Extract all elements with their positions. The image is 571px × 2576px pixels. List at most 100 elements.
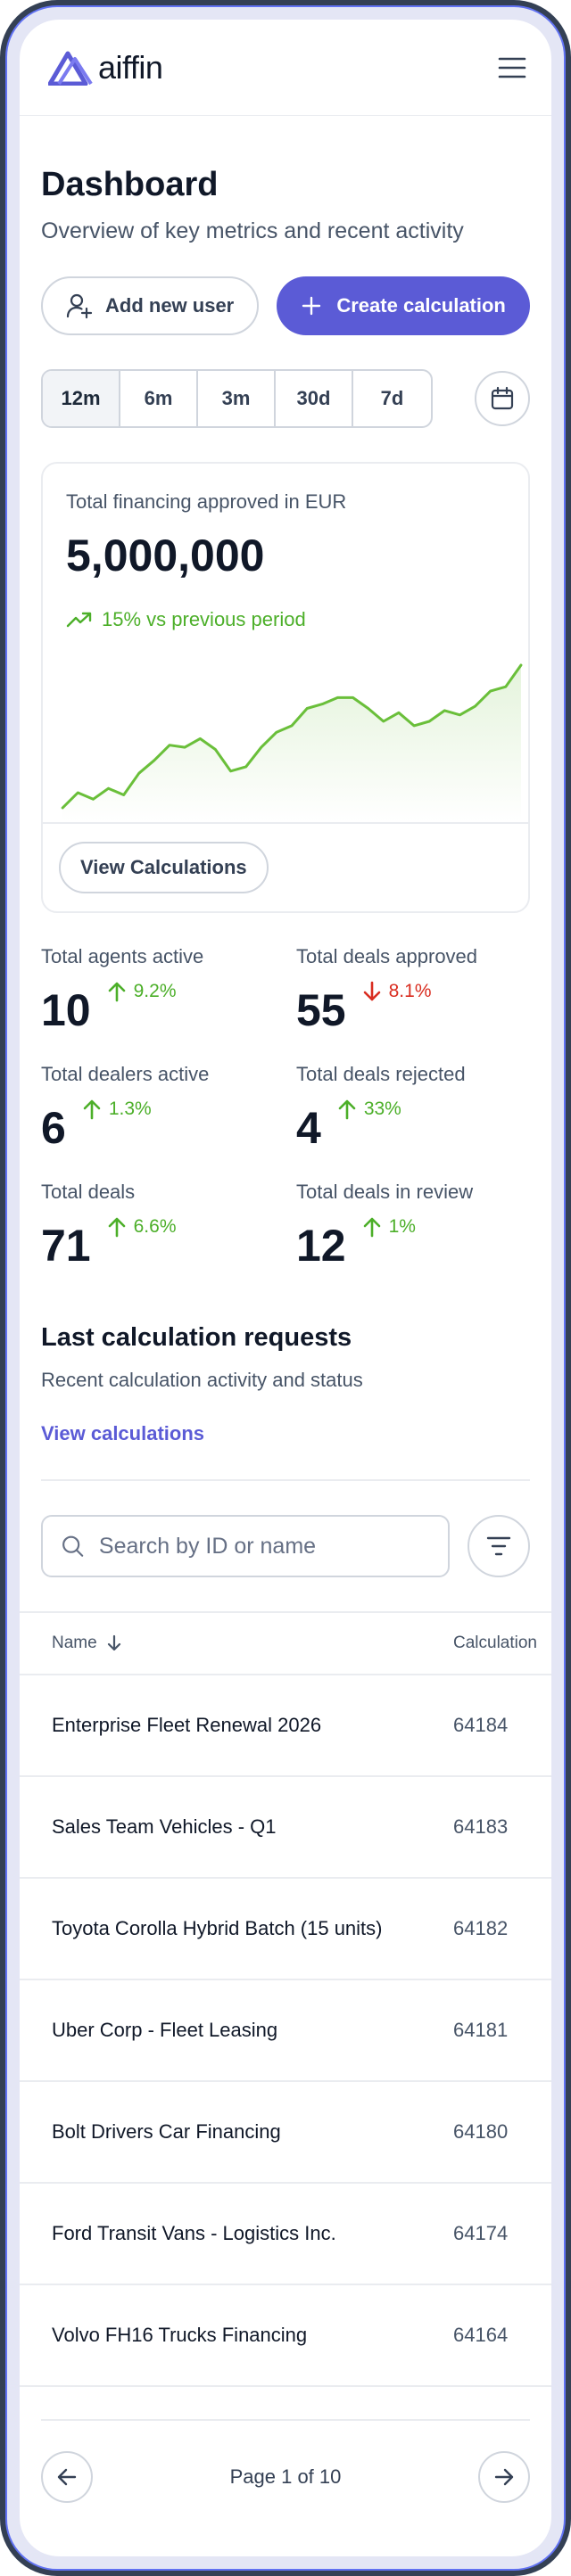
view-calculations-link[interactable]: View calculations	[41, 1422, 204, 1445]
column-header-calculation[interactable]: Calculation	[453, 1634, 537, 1653]
row-calculation-id: 64174	[453, 2222, 509, 2244]
trend-up-icon	[66, 612, 92, 628]
arrow-up-icon	[363, 1217, 380, 1238]
metric-label: Total deals approved	[296, 945, 478, 967]
previous-page-button[interactable]	[41, 2451, 93, 2503]
search-icon	[62, 1535, 84, 1557]
row-calculation-id: 64180	[453, 2120, 509, 2143]
range-6m[interactable]: 6m	[120, 371, 198, 426]
row-name: Volvo FH16 Trucks Financing	[52, 2324, 308, 2346]
financing-label: Total financing approved in EUR	[66, 490, 347, 513]
table-row[interactable]: Sales Team Vehicles - Q1 64183	[20, 1777, 551, 1879]
metric-value: 71	[41, 1221, 91, 1271]
requests-subtitle: Recent calculation activity and status	[41, 1369, 363, 1391]
sort-arrow-down-icon	[107, 1634, 120, 1651]
metric-value: 55	[296, 985, 346, 1035]
metric-change: 9.2%	[107, 981, 177, 1002]
action-buttons: Add new user Create calculation	[41, 276, 530, 335]
metric-change-value: 1%	[388, 1216, 416, 1237]
metric-dealers-active: Total dealers active 6 1.3%	[41, 1063, 275, 1150]
financing-card: Total financing approved in EUR 5,000,00…	[41, 462, 530, 913]
sparkline-area	[62, 665, 521, 822]
filter-button[interactable]	[468, 1515, 530, 1577]
user-plus-icon	[66, 293, 93, 319]
row-calculation-id: 64182	[453, 1917, 509, 1939]
row-calculation-id: 64183	[453, 1815, 509, 1838]
row-name: Sales Team Vehicles - Q1	[52, 1815, 277, 1838]
arrow-up-icon	[338, 1099, 356, 1120]
arrow-left-icon	[57, 2468, 77, 2486]
metric-change: 6.6%	[107, 1216, 177, 1238]
row-calculation-id: 64181	[453, 2019, 509, 2041]
metric-label: Total deals	[41, 1181, 136, 1203]
search-box[interactable]	[41, 1515, 450, 1577]
metric-change-value: 9.2%	[133, 981, 177, 1001]
date-range-selector: 12m 6m 3m 30d 7d	[41, 369, 433, 428]
arrow-up-icon	[108, 1217, 125, 1238]
metric-change-value: 8.1%	[388, 981, 432, 1001]
requests-title: Last calculation requests	[41, 1323, 352, 1352]
app-name: aiffin	[98, 48, 163, 86]
hamburger-menu-icon	[498, 57, 526, 78]
metric-change-value: 6.6%	[133, 1216, 177, 1237]
section-divider	[41, 1479, 530, 1481]
row-name: Bolt Drivers Car Financing	[52, 2120, 281, 2143]
search-input[interactable]	[98, 1533, 430, 1560]
metric-value: 12	[296, 1221, 346, 1271]
app-screen: aiffin Dashboard Overview of key metrics…	[20, 20, 551, 2556]
table-row[interactable]: Bolt Drivers Car Financing 64180	[20, 2082, 551, 2184]
range-3m[interactable]: 3m	[198, 371, 276, 426]
metric-label: Total deals in review	[296, 1181, 474, 1203]
metric-agents-active: Total agents active 10 9.2%	[41, 945, 275, 1033]
metrics-grid: Total agents active 10 9.2% Total deals …	[41, 945, 530, 1268]
metric-total-deals: Total deals 71 6.6%	[41, 1181, 275, 1268]
arrow-up-icon	[83, 1099, 101, 1120]
menu-button[interactable]	[491, 46, 534, 89]
metric-deals-approved: Total deals approved 55 8.1%	[296, 945, 530, 1033]
table-header: Name Calculation	[20, 1613, 551, 1675]
arrow-up-icon	[108, 982, 125, 1002]
device-frame: aiffin Dashboard Overview of key metrics…	[0, 0, 571, 2576]
device-bezel: aiffin Dashboard Overview of key metrics…	[5, 5, 566, 2571]
range-7d[interactable]: 7d	[353, 371, 431, 426]
page-indicator: Page 1 of 10	[229, 2465, 342, 2488]
metric-value: 4	[296, 1103, 321, 1153]
filter-lines-icon	[486, 1536, 511, 1556]
range-12m[interactable]: 12m	[43, 371, 120, 426]
calendar-icon	[491, 386, 514, 410]
row-name: Toyota Corolla Hybrid Batch (15 units)	[52, 1917, 383, 1939]
metric-change: 1.3%	[82, 1099, 152, 1120]
table-row[interactable]: Volvo FH16 Trucks Financing 64164	[20, 2285, 551, 2387]
search-row	[41, 1515, 530, 1577]
row-calculation-id: 64164	[453, 2324, 509, 2346]
column-name-label: Name	[52, 1634, 97, 1652]
table-row[interactable]: Toyota Corolla Hybrid Batch (15 units) 6…	[20, 1879, 551, 1980]
next-page-button[interactable]	[478, 2451, 530, 2503]
financing-trend-text: 15% vs previous period	[102, 608, 306, 630]
app-logo[interactable]: aiffin	[48, 48, 163, 86]
metric-value: 10	[41, 985, 91, 1035]
metric-label: Total dealers active	[41, 1063, 210, 1085]
create-calculation-button[interactable]: Create calculation	[277, 276, 530, 335]
column-header-name[interactable]: Name	[52, 1634, 453, 1653]
page-title: Dashboard	[41, 166, 219, 203]
row-name: Ford Transit Vans - Logistics Inc.	[52, 2222, 336, 2244]
metric-change: 8.1%	[362, 981, 432, 1002]
financing-sparkline-chart	[61, 663, 523, 822]
date-range-row: 12m 6m 3m 30d 7d	[41, 369, 530, 428]
create-calculation-label: Create calculation	[336, 294, 506, 317]
table-row[interactable]: Uber Corp - Fleet Leasing 64181	[20, 1980, 551, 2082]
view-calculations-button[interactable]: View Calculations	[59, 842, 269, 893]
table-row[interactable]: Ford Transit Vans - Logistics Inc. 64174	[20, 2184, 551, 2285]
plus-icon	[302, 296, 321, 316]
financing-card-footer: View Calculations	[43, 822, 528, 911]
table-row[interactable]: Enterprise Fleet Renewal 2026 64184	[20, 1675, 551, 1777]
range-30d[interactable]: 30d	[276, 371, 353, 426]
metric-value: 6	[41, 1103, 66, 1153]
aiffin-logo-icon	[48, 51, 93, 86]
metric-deals-in-review: Total deals in review 12 1%	[296, 1181, 530, 1268]
pagination: Page 1 of 10	[41, 2419, 530, 2503]
metric-change-value: 33%	[363, 1099, 401, 1119]
calendar-button[interactable]	[475, 371, 530, 426]
add-user-button[interactable]: Add new user	[41, 276, 260, 335]
